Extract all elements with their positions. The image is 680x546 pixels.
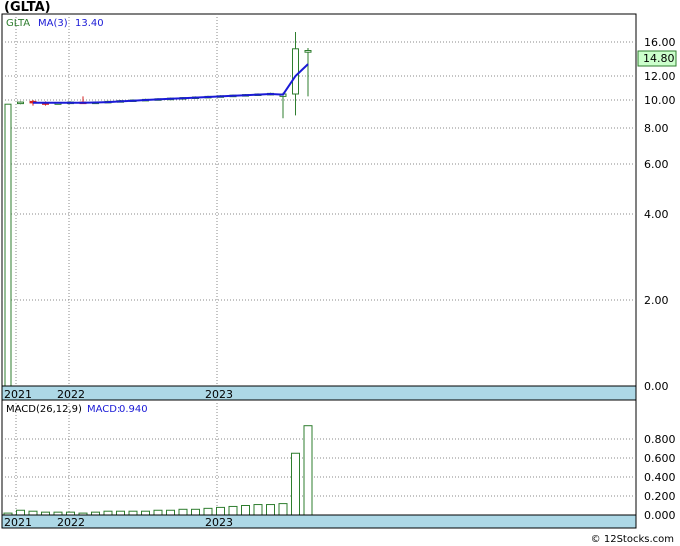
macd-bar [28, 510, 38, 516]
macd-params-label: MACD(26,12,9) [6, 404, 82, 415]
macd-bar [128, 510, 138, 516]
candle-body [17, 101, 24, 105]
macd-bar [253, 504, 263, 516]
last-price-label: 14.80 [643, 52, 675, 65]
macd-bar [191, 508, 200, 516]
macd-x-tick-label: 2023 [205, 516, 233, 529]
candle-body [304, 50, 312, 53]
ma-label: MA(3) [38, 18, 68, 29]
price-y-tick-label: 16.00 [644, 36, 676, 49]
stock-chart: 16.00 12.00 10.00 8.00 6.00 4.00 2.00 0.00 2021… [1, 13, 677, 529]
macd-y-tick-label: 0.000 [644, 509, 676, 522]
candle-body [292, 48, 299, 95]
macd-bar [291, 452, 300, 516]
price-y-tick-label: 10.00 [644, 94, 676, 107]
macd-bar [203, 507, 213, 516]
macd-bar [166, 509, 175, 516]
macd-bar [153, 509, 163, 516]
macd-bar [266, 504, 275, 516]
macd-x-tick-label: 2021 [4, 516, 32, 529]
candle-body [4, 103, 12, 387]
price-y-tick-label: 4.00 [644, 208, 669, 221]
macd-bar [216, 506, 225, 516]
macd-x-tick-label: 2022 [57, 516, 85, 529]
price-y-axis: 16.00 12.00 10.00 8.00 6.00 4.00 2.00 0.00 [644, 36, 676, 393]
macd-bar [228, 505, 238, 516]
macd-bar [141, 510, 150, 516]
macd-y-tick-label: 0.400 [644, 471, 676, 484]
macd-value: 0.940 [119, 404, 148, 415]
price-x-tick-label: 2022 [57, 388, 85, 401]
price-y-tick-label: 12.00 [644, 70, 676, 83]
footer-credit: © 12Stocks.com [590, 534, 674, 545]
macd-bar [278, 503, 288, 516]
price-y-tick-label: 8.00 [644, 122, 669, 135]
macd-bar [16, 509, 25, 516]
macd-bar [103, 510, 113, 516]
price-y-tick-label: 0.00 [644, 380, 669, 393]
price-panel-frame [1, 13, 637, 401]
macd-y-tick-label: 0.200 [644, 490, 676, 503]
price-y-tick-label: 2.00 [644, 294, 669, 307]
macd-panel-frame [1, 399, 637, 529]
macd-y-axis: 0.800 0.600 0.400 0.200 0.000 [644, 433, 676, 522]
ma-value: 13.40 [75, 18, 104, 29]
macd-date-band [1, 514, 637, 529]
price-date-band [1, 385, 637, 401]
macd-bar [116, 510, 125, 516]
macd-bar [303, 425, 313, 516]
price-y-tick-label: 6.00 [644, 158, 669, 171]
macd-y-tick-label: 0.600 [644, 452, 676, 465]
macd-bar [178, 508, 188, 516]
macd-bar [241, 505, 250, 516]
price-x-tick-label: 2023 [205, 388, 233, 401]
macd-y-tick-label: 0.800 [644, 433, 676, 446]
ticker-label: GLTA [6, 18, 30, 29]
macd-label: MACD: [87, 404, 120, 415]
price-x-tick-label: 2021 [4, 388, 32, 401]
